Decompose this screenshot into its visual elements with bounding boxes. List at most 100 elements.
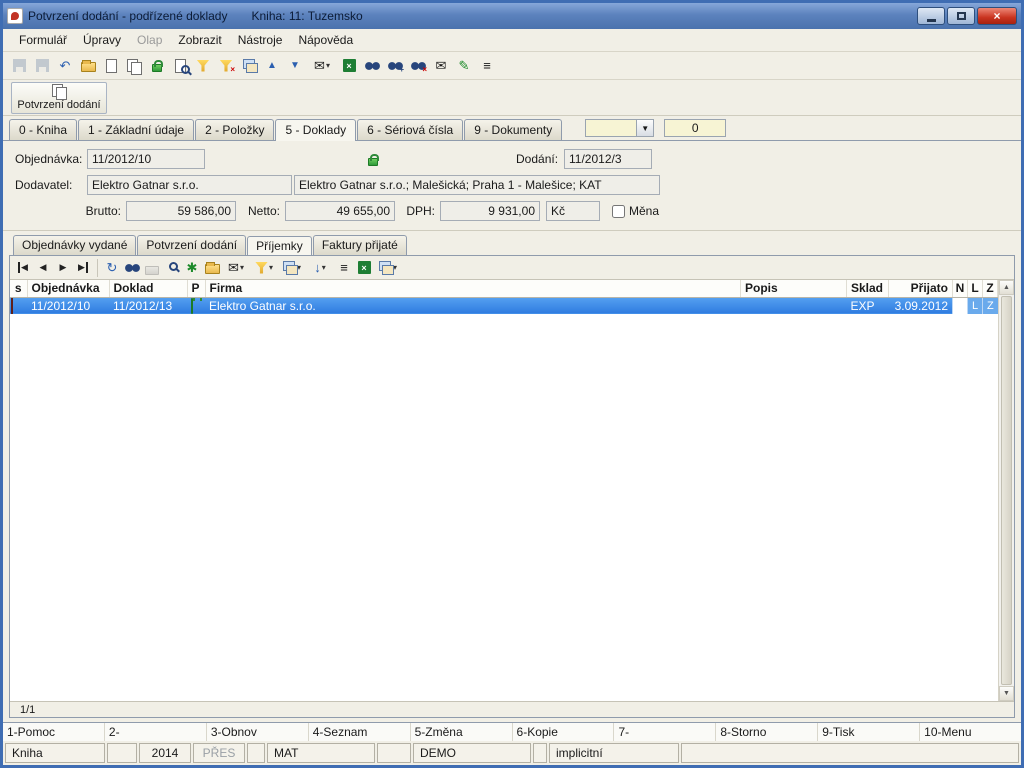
mail-button[interactable]: ✉ xyxy=(431,56,451,76)
stack-button[interactable] xyxy=(239,56,259,76)
move-down-button[interactable]: ▼ xyxy=(285,56,305,76)
cell-l[interactable]: L xyxy=(967,297,983,314)
next-record-button[interactable]: ▶ xyxy=(54,259,72,277)
scrollbar-thumb[interactable] xyxy=(1001,296,1012,685)
menu-nastroje[interactable]: Nástroje xyxy=(230,30,291,50)
vertical-scrollbar[interactable]: ▲ ▼ xyxy=(998,280,1014,701)
find-special-button[interactable]: × xyxy=(408,56,428,76)
col-prijato[interactable]: Přijato xyxy=(888,280,953,298)
tab-dokumenty[interactable]: 9 - Dokumenty xyxy=(464,119,563,140)
menu-zobrazit[interactable]: Zobrazit xyxy=(170,30,229,50)
tab-seriova-cisla[interactable]: 6 - Sériová čísla xyxy=(357,119,464,140)
grid-sort-button[interactable]: ↓ ▾ xyxy=(307,259,333,277)
tab-doklady[interactable]: 5 - Doklady xyxy=(275,119,357,141)
col-objednavka[interactable]: Objednávka xyxy=(27,280,110,298)
send-menu-button[interactable]: ✉ ▾ xyxy=(308,56,336,76)
cell-objednavka[interactable]: 11/2012/10 xyxy=(27,297,109,314)
export-excel-button[interactable]: × xyxy=(339,56,359,76)
cell-firma[interactable]: Elektro Gatnar s.r.o. xyxy=(205,297,741,314)
grid-layout-button[interactable]: ▾ xyxy=(279,259,305,277)
col-firma[interactable]: Firma xyxy=(205,280,741,298)
lock-button[interactable] xyxy=(147,56,167,76)
fkey-7[interactable]: 7- xyxy=(614,723,717,741)
move-up-button[interactable]: ▲ xyxy=(262,56,282,76)
grid-excel-button[interactable]: × xyxy=(355,259,373,277)
fkey-1-pomoc[interactable]: 1-Pomoc xyxy=(3,723,105,741)
col-n[interactable]: N xyxy=(952,280,968,298)
preview-button[interactable] xyxy=(170,56,190,76)
menu-formular[interactable]: Formulář xyxy=(11,30,75,50)
col-l[interactable]: L xyxy=(967,280,983,298)
favorite-button[interactable]: ✱ xyxy=(183,259,201,277)
undo-button[interactable]: ↶ xyxy=(55,56,75,76)
prev-record-button[interactable]: ◀ xyxy=(34,259,52,277)
dodavatel-full-field[interactable]: Elektro Gatnar s.r.o.; Malešická; Praha … xyxy=(294,175,660,195)
fkey-5-zmena[interactable]: 5-Změna xyxy=(411,723,513,741)
edit-note-button[interactable]: ✎ xyxy=(454,56,474,76)
dodani-field[interactable]: 11/2012/3 xyxy=(564,149,652,169)
find-button[interactable] xyxy=(362,56,382,76)
subtab-potvrzeni-dodani[interactable]: Potvrzení dodání xyxy=(137,235,247,255)
scroll-down-icon[interactable]: ▼ xyxy=(999,686,1014,701)
col-p[interactable]: P xyxy=(187,280,206,298)
subtab-prijemky[interactable]: Příjemky xyxy=(247,236,312,256)
table-row[interactable]: 11/2012/10 11/2012/13 Elektro Gatnar s.r… xyxy=(10,297,998,314)
subtab-faktury-prijate[interactable]: Faktury přijaté xyxy=(312,235,407,255)
import-button[interactable] xyxy=(203,259,221,277)
dodavatel-field[interactable]: Elektro Gatnar s.r.o. xyxy=(87,175,292,195)
objednavka-field[interactable]: 11/2012/10 xyxy=(87,149,205,169)
cell-z[interactable]: Z xyxy=(982,297,998,314)
tab-polozky[interactable]: 2 - Položky xyxy=(195,119,275,140)
col-popis[interactable]: Popis xyxy=(740,280,847,298)
col-doklad[interactable]: Doklad xyxy=(109,280,188,298)
close-button[interactable]: × xyxy=(977,7,1017,25)
filter-clear-button[interactable]: × xyxy=(216,56,236,76)
dph-field[interactable]: 9 931,00 xyxy=(440,201,540,221)
grid-view-button[interactable]: ▾ xyxy=(375,259,401,277)
fkey-10-menu[interactable]: 10-Menu xyxy=(920,723,1021,741)
copy-button[interactable] xyxy=(124,56,144,76)
cell-doklad[interactable]: 11/2012/13 xyxy=(109,297,187,314)
cell-p[interactable] xyxy=(187,297,205,314)
cell-prijato[interactable]: 3.09.2012 xyxy=(888,297,953,314)
maximize-button[interactable] xyxy=(947,7,975,25)
find-document-button[interactable]: + xyxy=(385,56,405,76)
open-button[interactable] xyxy=(78,56,98,76)
scroll-up-icon[interactable]: ▲ xyxy=(999,280,1014,295)
fkey-6-kopie[interactable]: 6-Kopie xyxy=(513,723,615,741)
col-s[interactable]: s xyxy=(10,280,28,298)
first-record-button[interactable]: ◀ xyxy=(14,259,32,277)
tab-kniha[interactable]: 0 - Kniha xyxy=(9,119,78,140)
brutto-field[interactable]: 59 586,00 xyxy=(126,201,236,221)
grid-find-button[interactable] xyxy=(123,259,141,277)
cell-n[interactable] xyxy=(952,297,968,314)
mena-checkbox[interactable] xyxy=(612,204,625,218)
counter-field[interactable]: 0 xyxy=(664,119,727,137)
grid-list-button[interactable]: ≡ xyxy=(335,259,353,277)
subtab-objednavky-vydane[interactable]: Objednávky vydané xyxy=(13,235,137,255)
menu-upravy[interactable]: Úpravy xyxy=(75,30,129,50)
cell-popis[interactable] xyxy=(740,297,847,314)
tab-combo[interactable]: ▼ xyxy=(585,119,655,137)
netto-field[interactable]: 49 655,00 xyxy=(285,201,395,221)
potvrzeni-dodani-button[interactable]: Potvrzení dodání xyxy=(11,81,107,114)
last-record-button[interactable]: ▶ xyxy=(74,259,92,277)
cell-sklad[interactable]: EXP xyxy=(846,297,889,314)
fkey-9-tisk[interactable]: 9-Tisk xyxy=(818,723,921,741)
col-z[interactable]: Z xyxy=(982,280,998,298)
refresh-button[interactable]: ↻ xyxy=(103,259,121,277)
menu-napoveda[interactable]: Nápověda xyxy=(290,30,361,50)
fkey-4-seznam[interactable]: 4-Seznam xyxy=(309,723,411,741)
fkey-2[interactable]: 2- xyxy=(105,723,207,741)
currency-field[interactable]: Kč xyxy=(546,201,600,221)
grid-send-button[interactable]: ✉ ▾ xyxy=(223,259,249,277)
minimize-button[interactable] xyxy=(917,7,945,25)
col-sklad[interactable]: Sklad xyxy=(846,280,889,298)
new-button[interactable] xyxy=(101,56,121,76)
menu-lines-button[interactable]: ≡ xyxy=(477,56,497,76)
zoom-in-button[interactable] xyxy=(163,259,181,277)
combo-dropdown-button[interactable]: ▼ xyxy=(637,119,655,137)
tab-combo-field[interactable] xyxy=(585,119,638,137)
grid-filter-button[interactable]: ▾ xyxy=(251,259,277,277)
fkey-3-obnov[interactable]: 3-Obnov xyxy=(207,723,309,741)
